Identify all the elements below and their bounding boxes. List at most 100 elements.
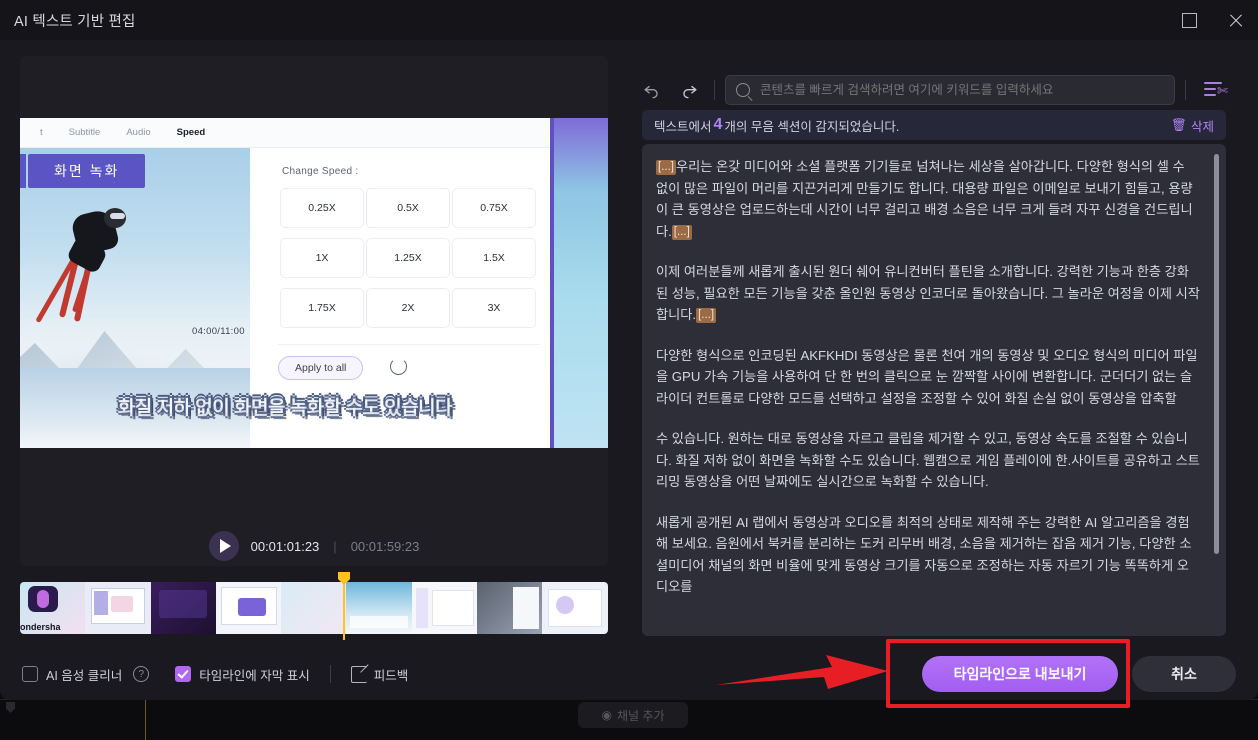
speed-option[interactable]: 1X: [280, 238, 364, 278]
apply-to-all-button[interactable]: Apply to all: [278, 356, 364, 380]
total-timecode: 00:01:59:23: [350, 538, 420, 554]
video-toolbar-item-subtitle: Subtitle: [68, 127, 101, 138]
video-toolbar-item-t: t: [40, 127, 43, 138]
filmstrip-timeline[interactable]: ondersha: [20, 572, 608, 640]
burned-subtitle-overlay: 화질 저하 없이 화면을 녹화할 수도 있습니다 화질 저하 없이 화면을 녹화…: [20, 390, 550, 419]
transcript-paragraph[interactable]: 수 있습니다. 원하는 대로 동영상을 자르고 클립을 제거할 수 있고, 동영…: [656, 428, 1200, 493]
background-track-marker: [6, 702, 15, 713]
filmstrip-thumb[interactable]: [477, 582, 543, 634]
video-frame: t Subtitle Audio Speed Change Speed: 0.…: [20, 118, 608, 448]
video-inner-toolbar: t Subtitle Audio Speed: [20, 118, 550, 148]
redo-button[interactable]: [674, 75, 704, 105]
show-subtitle-option[interactable]: 타임라인에 자막 표시: [175, 665, 310, 684]
text-cut-icon-line3: [1204, 94, 1216, 96]
silence-detection-banner: 텍스트에서 4 개의 무음 섹션이 감지되었습니다. 🗑 삭제: [642, 110, 1226, 140]
transcript-paragraph[interactable]: [...] 우리는 온갖 미디어와 소셜 플랫폼 기기들로 넘쳐나는 세상을 살아…: [656, 156, 1200, 242]
filmstrip-thumb[interactable]: [542, 582, 608, 634]
close-icon: [1228, 13, 1243, 28]
transcript-scrollbar-thumb[interactable]: [1214, 154, 1219, 554]
voice-cleaner-label: AI 음성 클리너: [46, 668, 123, 683]
gap-marker[interactable]: [...]: [696, 308, 717, 323]
filmstrip-thumb[interactable]: ondersha: [20, 582, 86, 634]
delete-label: 삭제: [1190, 119, 1214, 134]
text-cut-button[interactable]: ✄: [1200, 75, 1234, 105]
filmstrip-thumb-label: ondersha: [20, 622, 61, 632]
dialog-titlebar: AI 텍스트 기반 편집: [0, 0, 1258, 40]
reset-icon[interactable]: [390, 358, 407, 375]
text-cut-icon-line2: [1204, 88, 1216, 90]
search-input[interactable]: [758, 82, 1174, 98]
speed-option[interactable]: 0.75X: [452, 188, 536, 228]
paragraph-text: 새롭게 공개된 AI 랩에서 동영상과 오디오를 최적의 상태로 제작해 주는 …: [656, 514, 1192, 595]
voice-cleaner-checkbox[interactable]: [22, 666, 38, 682]
feedback-button[interactable]: 피드백: [350, 665, 409, 684]
annotation-arrow: [716, 655, 888, 689]
screen-record-badge: 화면 녹화: [28, 154, 146, 188]
search-icon: [736, 83, 750, 97]
speed-option[interactable]: 0.25X: [280, 188, 364, 228]
paragraph-text: 다양한 형식으로 인코딩된 AKFKHDI 동영상은 물론 천여 개의 동영상 …: [656, 347, 1198, 406]
undo-button[interactable]: [636, 75, 666, 105]
change-speed-label: Change Speed :: [282, 166, 359, 177]
background-add-channel-label: 채널 추가: [616, 708, 665, 723]
maximize-icon: [1181, 12, 1197, 28]
timecode-separator: |: [333, 538, 337, 554]
transcript-paragraph[interactable]: 이제 여러분들께 새롭게 출시된 원더 쉐어 유니컨버터 플틴을 소개합니다. …: [656, 261, 1200, 326]
background-timeline-cursor: [145, 700, 146, 740]
filmstrip-track[interactable]: ondersha: [20, 582, 608, 634]
speed-option[interactable]: 1.25X: [366, 238, 450, 278]
filmstrip-thumb[interactable]: [346, 582, 412, 634]
plus-circle-icon: ◉: [601, 708, 612, 722]
filmstrip-thumb[interactable]: [215, 582, 282, 634]
paragraph-text: 우리는 온갖 미디어와 소셜 플랫폼 기기들로 넘쳐나는 세상을 살아갑니다. …: [656, 159, 1193, 239]
play-button[interactable]: [208, 531, 239, 561]
transcript-paragraph[interactable]: 새롭게 공개된 AI 랩에서 동영상과 오디오를 최적의 상태로 제작해 주는 …: [656, 512, 1200, 598]
show-subtitle-checkbox[interactable]: [175, 666, 192, 682]
speed-option[interactable]: 2X: [366, 288, 450, 328]
current-timecode: 00:01:01:23: [250, 538, 320, 554]
question-icon[interactable]: ?: [133, 666, 150, 682]
detection-count: 4: [713, 116, 723, 133]
background-add-channel-button[interactable]: ◉ 채널 추가: [578, 702, 688, 728]
filmstrip-thumb[interactable]: [281, 582, 347, 634]
maximize-button[interactable]: [1166, 0, 1212, 40]
speed-option[interactable]: 1.75X: [280, 288, 364, 328]
toolbar-divider-right: [1185, 80, 1186, 100]
gap-marker[interactable]: [...]: [656, 160, 676, 175]
screenshot-root: ◉ 채널 추가 AI 텍스트 기반 편집 t Subtitle Audio Sp…: [0, 0, 1258, 740]
ai-text-based-editing-dialog: AI 텍스트 기반 편집 t Subtitle Audio Speed Chan…: [0, 0, 1258, 700]
preview-column: t Subtitle Audio Speed Change Speed: 0.…: [20, 56, 608, 640]
video-right-gradient-strip: [550, 118, 608, 448]
search-box[interactable]: [725, 75, 1175, 105]
cancel-button[interactable]: 취소: [1132, 656, 1236, 692]
video-preview-panel: t Subtitle Audio Speed Change Speed: 0.…: [20, 56, 608, 566]
filmstrip-thumb[interactable]: [411, 582, 478, 634]
close-button[interactable]: [1212, 0, 1258, 40]
voice-cleaner-option[interactable]: AI 음성 클리너 ?: [22, 665, 150, 684]
speed-option[interactable]: 1.5X: [452, 238, 536, 278]
speed-option[interactable]: 0.5X: [366, 188, 450, 228]
transcript-paragraph[interactable]: 다양한 형식으로 인코딩된 AKFKHDI 동영상은 물론 천여 개의 동영상 …: [656, 345, 1200, 410]
play-icon: [219, 539, 231, 553]
delete-silence-button[interactable]: 🗑 삭제: [1171, 116, 1214, 135]
export-to-timeline-button[interactable]: 타임라인으로 내보내기: [922, 656, 1118, 692]
transcript-panel[interactable]: [...] 우리는 온갖 미디어와 소셜 플랫폼 기기들로 넘쳐나는 세상을 살아…: [642, 144, 1226, 636]
video-content: t Subtitle Audio Speed Change Speed: 0.…: [20, 118, 608, 448]
speed-panel-divider: [278, 344, 540, 345]
speed-options-grid: 0.25X 0.5X 0.75X 1X 1.25X 1.5X 1.75X 2X …: [280, 188, 536, 328]
gap-marker[interactable]: [...]: [671, 224, 692, 240]
window-controls: [1166, 0, 1258, 40]
feedback-label: 피드백: [373, 668, 409, 683]
edit-note-icon: [350, 665, 367, 683]
filmstrip-thumb[interactable]: [150, 582, 216, 634]
video-toolbar-item-audio: Audio: [126, 127, 151, 138]
dialog-footer: AI 음성 클리너 ? 타임라인에 자막 표시 피드백 타임라인으로 내보내기 …: [0, 648, 1258, 700]
video-toolbar-item-speed: Speed: [176, 127, 206, 138]
transcript-toolbar: ✄: [628, 68, 1240, 112]
skier-figure: [35, 200, 142, 324]
filmstrip-thumb[interactable]: [85, 582, 151, 634]
playhead-line: [343, 580, 345, 640]
speed-option[interactable]: 3X: [452, 288, 536, 328]
transcript-text[interactable]: [...] 우리는 온갖 미디어와 소셜 플랫폼 기기들로 넘쳐나는 세상을 살아…: [656, 156, 1200, 617]
footer-divider: [329, 665, 331, 683]
